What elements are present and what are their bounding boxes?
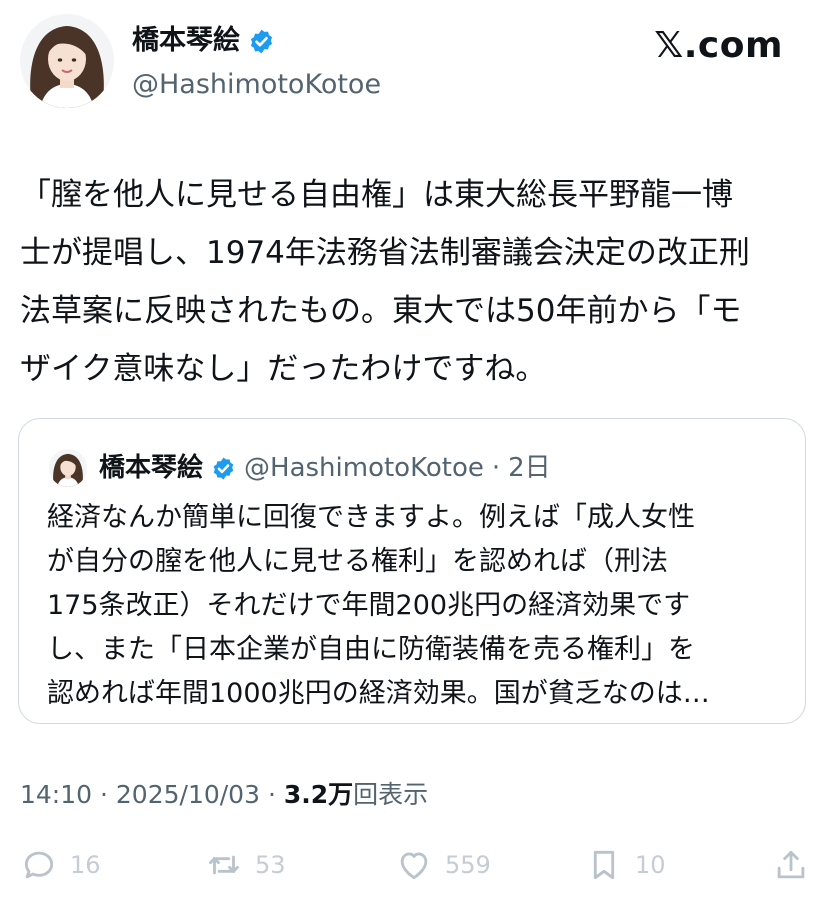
repost-icon	[205, 846, 243, 884]
quoted-timestamp: 2日	[508, 453, 551, 483]
quoted-separator: ·	[491, 453, 501, 483]
views-count: 3.2万	[283, 780, 354, 809]
quoted-tweet-header: 橋本琴絵 @HashimotoKotoe · 2日	[49, 449, 551, 487]
like-button[interactable]: 559	[395, 840, 491, 890]
verified-badge-icon	[248, 28, 275, 55]
bookmark-count: 10	[635, 851, 666, 879]
views-label: 回表示	[353, 780, 429, 809]
tweet-text: 「膣を他人に見せる自由権」は東大総長平野龍一博 士が提唱し、1974年法務省法制…	[20, 177, 750, 387]
tweet-meta: 14:10 · 2025/10/03 · 3.2万回表示	[20, 778, 428, 812]
meta-separator: ·	[100, 780, 108, 809]
heart-icon	[395, 846, 433, 884]
author-name[interactable]: 橋本琴絵	[132, 24, 240, 58]
quoted-author-avatar	[49, 449, 87, 487]
tweet-date[interactable]: 2025/10/03	[116, 780, 260, 809]
author-avatar-image	[20, 14, 114, 108]
author-name-row[interactable]: 橋本琴絵	[132, 24, 275, 58]
tweet-time[interactable]: 14:10	[20, 780, 92, 809]
author-avatar[interactable]	[20, 14, 114, 108]
reply-count: 16	[70, 851, 101, 879]
quoted-author-handle: @HashimotoKotoe	[244, 453, 484, 483]
action-bar: 16 53 559 10	[0, 840, 828, 890]
repost-count: 53	[255, 851, 286, 879]
quoted-author-name: 橋本琴絵	[99, 453, 204, 483]
repost-button[interactable]: 53	[205, 840, 286, 890]
brand-logo: 𝕏.com	[654, 25, 783, 66]
share-button[interactable]	[772, 840, 810, 890]
reply-button[interactable]: 16	[20, 840, 101, 890]
reply-icon	[20, 846, 58, 884]
like-count: 559	[445, 851, 491, 879]
bookmark-icon	[585, 846, 623, 884]
meta-separator: ·	[267, 780, 276, 809]
author-handle[interactable]: @HashimotoKotoe	[132, 68, 381, 102]
quoted-verified-badge-icon	[211, 456, 236, 481]
quoted-tweet-card[interactable]: 橋本琴絵 @HashimotoKotoe · 2日 経済なんか簡単に回復できます…	[18, 418, 806, 724]
quoted-tweet-text: 経済なんか簡単に回復できますよ。例えば「成人女性 が自分の膣を他人に見せる権利」…	[47, 502, 710, 709]
share-icon	[772, 846, 810, 884]
bookmark-button[interactable]: 10	[585, 840, 666, 890]
